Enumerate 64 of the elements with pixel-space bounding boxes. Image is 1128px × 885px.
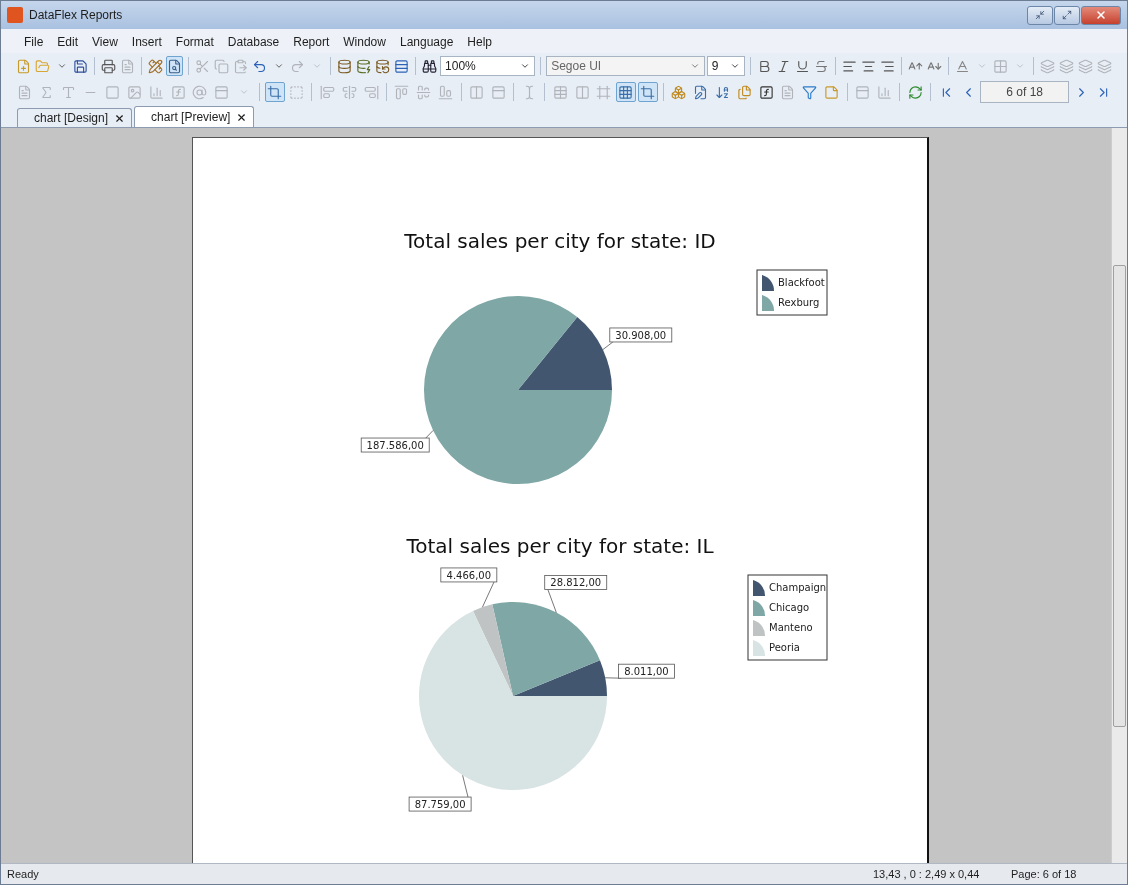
chart-title: Total sales per city for state: IL [405, 534, 714, 558]
font-combo[interactable]: Segoe UI [546, 56, 705, 76]
menu-item[interactable]: Format [168, 33, 221, 51]
value-label: 28.812,00 [543, 575, 607, 590]
page-number-field[interactable]: 6 of 18 [980, 81, 1070, 103]
value-label: 30.908,00 [608, 327, 672, 343]
leader-line [546, 589, 557, 613]
legend-label: Manteno [768, 622, 813, 633]
menu-item[interactable]: Database [220, 33, 287, 51]
menu-item[interactable]: Report [286, 33, 337, 51]
maximize-button[interactable] [1054, 5, 1080, 25]
legend-label: Chicago [768, 602, 809, 613]
status-message: Ready [7, 868, 40, 880]
data-label: 28.812,00 [549, 577, 601, 589]
menu-item[interactable]: Help [460, 33, 500, 51]
legend-label: Rexburg [777, 297, 819, 308]
font-size-combo[interactable]: 9 [706, 56, 746, 76]
window-title: DataFlex Reports [29, 8, 124, 22]
crop-icon[interactable] [637, 82, 658, 102]
menu-item[interactable]: Window [336, 33, 393, 51]
app-logo-icon [7, 7, 23, 23]
legend-box [756, 269, 827, 316]
close-icon [1095, 9, 1107, 21]
status-position: 13,43 , 0 : 2,49 x 0,44 [873, 868, 981, 880]
data-label: 30.908,00 [614, 329, 666, 341]
value-label: 87.759,00 [408, 796, 471, 812]
caret-icon [730, 61, 741, 71]
value-label: 4.466,00 [439, 567, 497, 583]
grid-icon[interactable] [615, 82, 636, 102]
status-page: Page: 6 of 18 [1011, 868, 1078, 880]
data-label: 87.759,00 [414, 799, 466, 811]
caret-icon [689, 61, 700, 71]
menu-item[interactable]: Language [392, 33, 461, 51]
menu-item[interactable]: Insert [124, 33, 169, 51]
leader-line [461, 774, 468, 798]
leader-line [601, 341, 613, 350]
menu-item[interactable]: View [85, 33, 125, 51]
leader-line [424, 430, 434, 439]
data-label: 187.586,00 [366, 440, 424, 452]
data-label: 8.011,00 [623, 666, 669, 678]
value-label: 8.011,00 [617, 663, 675, 679]
minimize-icon [1035, 10, 1045, 20]
value-label: 187.586,00 [360, 437, 430, 453]
minimize-button[interactable] [1027, 5, 1053, 25]
preview-icon[interactable] [166, 56, 184, 76]
document-tab[interactable]: chart [Design] [17, 108, 133, 127]
menu-item[interactable]: Edit [50, 33, 86, 51]
scroll-thumb[interactable] [1113, 264, 1126, 727]
legend-label: Champaign [768, 582, 826, 593]
menu-item[interactable]: File [17, 33, 51, 51]
legend-label: Blackfoot [777, 277, 825, 288]
document-tab[interactable]: chart [Preview] [134, 106, 255, 127]
zoom-combo[interactable]: 100% [440, 56, 536, 76]
close-button[interactable] [1081, 5, 1121, 25]
chart-title: Total sales per city for state: ID [403, 229, 716, 253]
leader-line [481, 581, 494, 608]
close-icon[interactable] [114, 112, 126, 124]
close-icon[interactable] [236, 111, 248, 123]
data-label: 4.466,00 [446, 569, 491, 581]
caret-icon [520, 61, 531, 71]
scrollbar[interactable] [1111, 128, 1127, 863]
maximize-icon [1062, 10, 1072, 20]
select-icon[interactable] [264, 82, 285, 102]
legend-label: Peoria [768, 642, 800, 653]
